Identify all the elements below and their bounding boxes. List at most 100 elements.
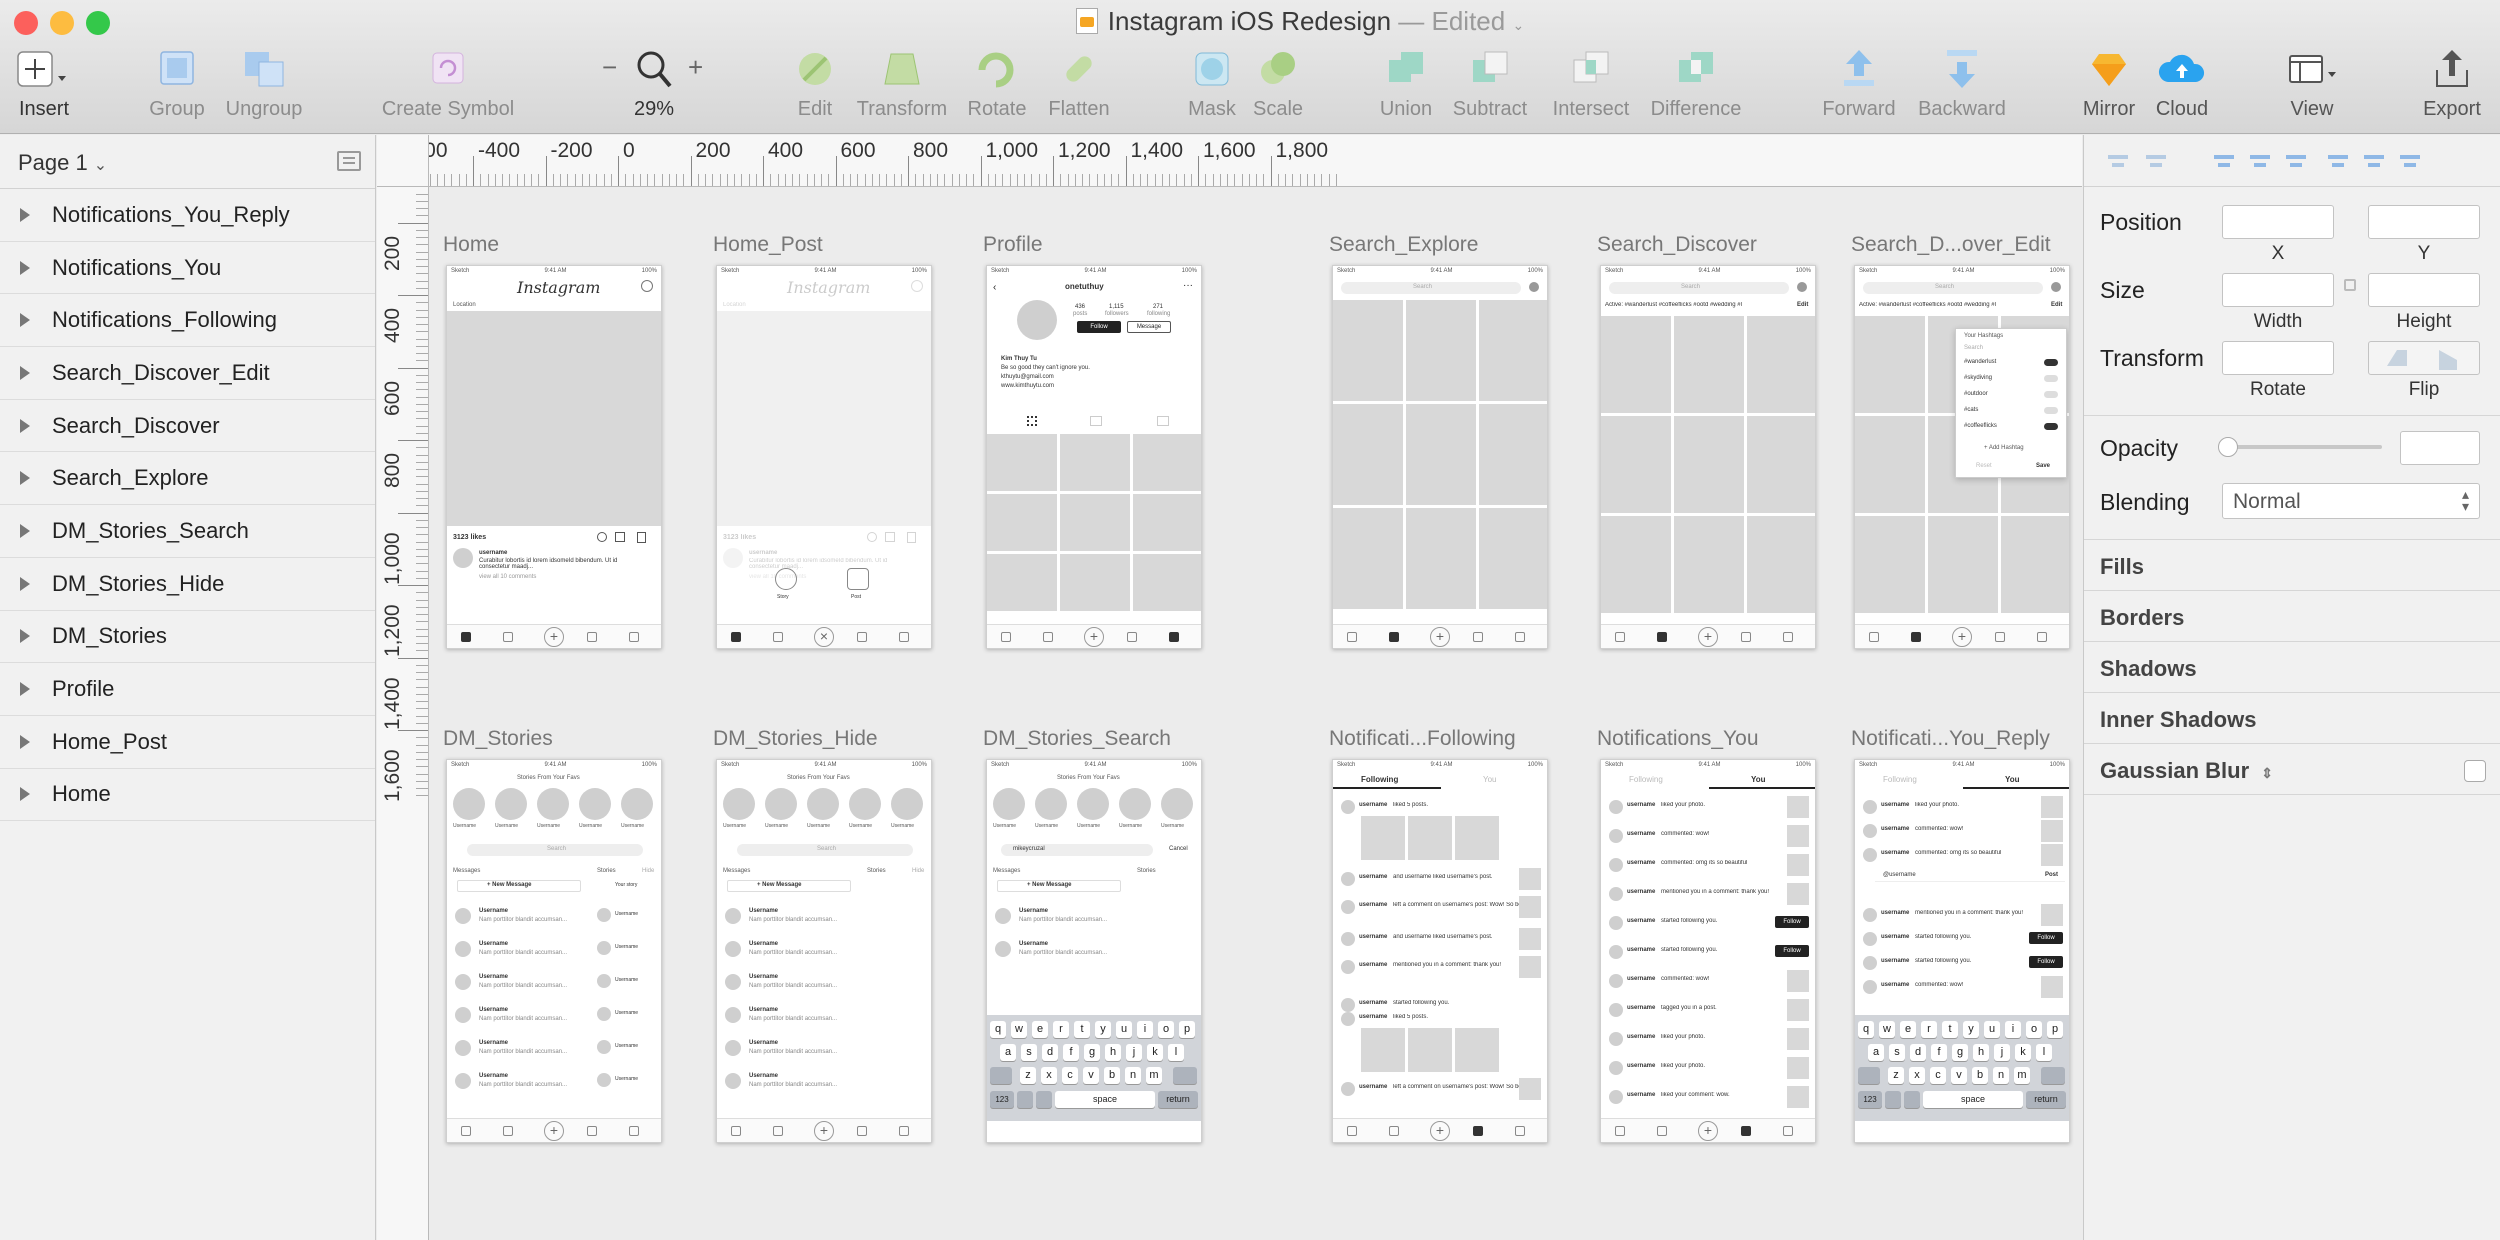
delete-key-icon[interactable] [1173,1067,1197,1084]
intersect-button[interactable]: Intersect [1548,46,1634,121]
search-tab-icon[interactable] [773,1126,783,1136]
activity-tab-icon[interactable] [857,1126,867,1136]
artboard-frame[interactable]: Sketch 9:41 AM 100% ‹ onetuthuy ··· 436 posts 1,… [986,265,1202,649]
disclosure-triangle-icon[interactable] [20,365,30,380]
keyboard-key[interactable]: t [1942,1021,1958,1038]
discover-settings-icon[interactable] [1797,282,1807,292]
ungroup-button[interactable]: Ungroup [222,46,306,121]
align-right-icon[interactable] [2284,149,2308,173]
shift-key-icon[interactable] [1858,1067,1880,1084]
explore-grid-photo[interactable] [1747,316,1815,413]
story-circle[interactable] [1077,788,1109,820]
liked-post-thumbnail[interactable] [1408,816,1452,860]
add-post-button[interactable]: + [1084,627,1104,647]
profile-tab-icon[interactable] [1783,632,1793,642]
camera-icon[interactable] [641,280,653,292]
layer-row[interactable]: Home_Post [0,716,375,769]
liked-post-thumbnail[interactable] [1361,1028,1405,1072]
shadows-section[interactable]: Shadows [2084,641,2500,692]
profile-tab-icon[interactable] [629,632,639,642]
keyboard-key[interactable]: j [1994,1044,2010,1061]
profile-tab-icon[interactable] [1169,632,1179,642]
post-thumbnail[interactable] [2041,796,2063,818]
post-thumbnail[interactable] [1787,825,1809,847]
post-thumbnail[interactable] [1787,1028,1809,1050]
home-tab-icon[interactable] [1347,1126,1357,1136]
home-tab-icon[interactable] [1615,632,1625,642]
close-window-button[interactable] [14,11,38,35]
edit-button[interactable]: Edit [790,46,840,121]
page-selector[interactable]: Page 1 ⌄ [0,135,375,189]
artboard-frame[interactable]: Sketch 9:41 AM 100% Instagram Location 3123 l… [716,265,932,649]
align-middle-icon[interactable] [2362,149,2386,173]
artboard-title[interactable]: Profile [983,233,1043,257]
disclosure-triangle-icon[interactable] [20,418,30,433]
keyboard-key[interactable]: u [1116,1021,1132,1038]
home-tab-icon[interactable] [1615,1126,1625,1136]
keyboard-key[interactable]: x [1041,1067,1057,1084]
activity-tab-icon[interactable] [587,632,597,642]
view-button[interactable]: View [2282,46,2342,121]
emoji-key-icon[interactable] [1017,1091,1033,1108]
disclosure-triangle-icon[interactable] [20,682,30,697]
zoom-level[interactable]: 29% [598,98,710,121]
explore-grid-photo[interactable] [1674,516,1744,613]
profile-grid-photo[interactable] [1060,494,1130,551]
post-thumbnail[interactable] [1519,1078,1541,1100]
rotate-input[interactable] [2222,341,2334,375]
bookmark-icon[interactable] [637,532,646,543]
post-thumbnail[interactable] [1787,883,1809,905]
story-circle[interactable] [891,788,923,820]
activity-tab-icon[interactable] [1473,1126,1483,1136]
horizontal-ruler[interactable]: -800-600-400-20002004006008001,0001,2001… [377,135,2082,187]
activity-tab-icon[interactable] [1741,1126,1751,1136]
artboard-title[interactable]: Notifications_You [1597,727,1759,751]
layer-row[interactable]: Profile [0,663,375,716]
bookmark-icon[interactable] [907,532,916,543]
zoom-window-button[interactable] [86,11,110,35]
explore-grid-photo[interactable] [1601,516,1671,613]
tagged-view-icon[interactable] [1157,416,1169,426]
explore-grid-photo[interactable] [1479,404,1547,505]
keyboard-key[interactable]: r [1921,1021,1937,1038]
profile-tab-icon[interactable] [899,632,909,642]
keyboard-key[interactable]: v [1951,1067,1967,1084]
profile-tab-icon[interactable] [1515,632,1525,642]
layer-row[interactable]: Search_Discover [0,400,375,453]
keyboard-key[interactable]: v [1083,1067,1099,1084]
keyboard-key[interactable]: l [2036,1044,2052,1061]
post-option[interactable] [847,568,869,590]
share-icon[interactable] [885,532,895,542]
hashtag-toggle[interactable] [2044,423,2058,430]
transform-button[interactable]: Transform [852,46,952,121]
shift-key-icon[interactable] [990,1067,1012,1084]
flip-horizontal-icon[interactable] [2387,350,2407,366]
artboard[interactable]: DM_Stories_Search Sketch 9:41 AM 100% Storie… [983,727,1202,1143]
artboard[interactable]: Notificati...You_Reply Sketch 9:41 AM 100% F… [1851,727,2070,1143]
keyboard-key[interactable]: a [1000,1044,1016,1061]
layer-row[interactable]: DM_Stories [0,611,375,664]
story-circle[interactable] [537,788,569,820]
profile-tab-icon[interactable] [899,1126,909,1136]
explore-grid-photo[interactable] [1479,300,1547,401]
layer-row[interactable]: Notifications_You_Reply [0,189,375,242]
post-thumbnail[interactable] [1787,1086,1809,1108]
comment-icon[interactable] [597,532,607,542]
artboard-title[interactable]: Search_Discover [1597,233,1757,257]
activity-tab-icon[interactable] [1127,632,1137,642]
space-key[interactable]: space [1055,1091,1155,1108]
disclosure-triangle-icon[interactable] [20,787,30,802]
export-button[interactable]: Export [2418,46,2486,121]
hashtag-toggle[interactable] [2044,407,2058,414]
search-tab-icon[interactable] [1389,1126,1399,1136]
keyboard-key[interactable]: b [1104,1067,1120,1084]
keyboard-key[interactable]: y [1095,1021,1111,1038]
artboard-title[interactable]: Search_D...over_Edit [1851,233,2051,257]
artboard-frame[interactable]: Sketch 9:41 AM 100% Stories From Your Favs U… [716,759,932,1143]
explore-grid-photo[interactable] [1855,516,1925,613]
follow-button[interactable]: Follow [2029,956,2063,968]
explore-grid-photo[interactable] [1747,416,1815,513]
explore-grid-photo[interactable] [1333,508,1403,609]
activity-tab-icon[interactable] [1995,632,2005,642]
align-bottom-icon[interactable] [2398,149,2422,173]
